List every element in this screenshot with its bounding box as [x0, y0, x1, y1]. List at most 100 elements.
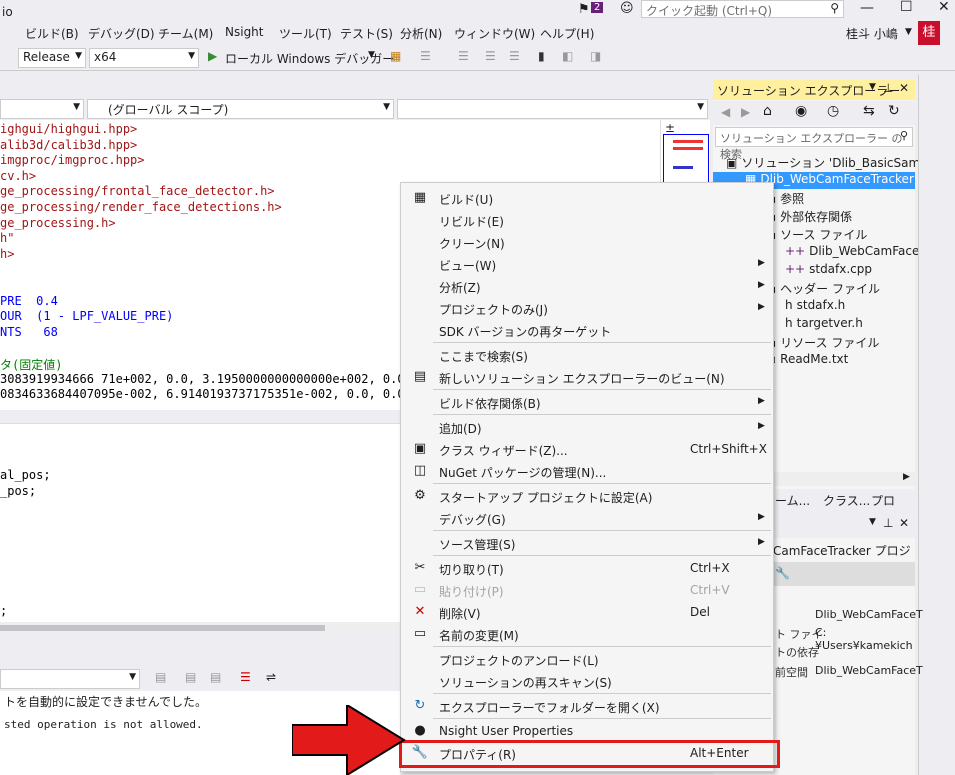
property-value[interactable]: Dlib_WebCamFaceT — [815, 664, 923, 677]
menu-item[interactable]: Nsight — [225, 25, 264, 39]
horizontal-scrollbar[interactable] — [0, 622, 400, 634]
close-icon[interactable]: ✕ — [899, 516, 909, 530]
context-menu-item[interactable]: ソリューションの再スキャン(S) — [402, 670, 772, 692]
bookmark-tool-icon[interactable]: ▦ — [390, 49, 401, 63]
play-icon[interactable]: ▶ — [208, 49, 217, 63]
bookmark-icon[interactable]: ▮ — [538, 49, 545, 63]
project-scope-select[interactable]: ▼ — [0, 99, 84, 119]
uncomment-icon[interactable]: ☰ — [509, 49, 520, 63]
panel-tab[interactable]: クラス... — [823, 492, 870, 509]
quick-launch-input[interactable]: クイック起動 (Ctrl+Q) ⚲ — [641, 0, 844, 18]
tree-item[interactable]: ▪リソース ファイル — [768, 334, 879, 351]
wrench-icon[interactable]: 🔧 — [775, 566, 790, 580]
scroll-right-icon[interactable]: ▶ — [903, 472, 910, 482]
context-menu-item[interactable]: ▣ クラス ウィザード(Z)... Ctrl+Shift+X — [402, 438, 772, 460]
config-select[interactable]: Release ▼ — [18, 48, 86, 68]
prev-bookmark-icon[interactable]: ◧ — [562, 49, 573, 63]
context-menu-item[interactable]: ● Nsight User Properties — [402, 720, 772, 742]
property-value[interactable]: C:¥Users¥kamekich — [815, 626, 915, 652]
maximize-icon[interactable]: ☐ — [900, 0, 913, 15]
close-icon[interactable]: ✕ — [899, 81, 909, 95]
platform-select[interactable]: x64 ▼ — [89, 48, 199, 68]
globe-icon[interactable]: ◉ — [795, 103, 807, 119]
context-menu-item[interactable]: ▭ 名前の変更(M) — [402, 623, 772, 645]
context-menu-item[interactable]: ソース管理(S) ▶ — [402, 532, 772, 554]
context-menu-item[interactable]: ビュー(W) ▶ — [402, 253, 772, 275]
context-menu-item[interactable]: ▦ ビルド(U) — [402, 187, 772, 209]
panel-tab[interactable]: ーム... — [775, 492, 810, 509]
tree-item[interactable]: ▪ヘッダー ファイル — [768, 280, 880, 297]
avatar[interactable]: 桂 — [918, 21, 940, 45]
context-menu-item[interactable]: ⚙ スタートアップ プロジェクトに設定(A) — [402, 485, 772, 507]
goto-next-icon[interactable]: ▤ — [185, 670, 196, 684]
goto-prev-icon[interactable]: ▤ — [155, 670, 166, 684]
pin-dropdown-icon[interactable]: ▼ — [869, 82, 876, 92]
menu-item[interactable]: ビルド(B) — [25, 25, 79, 42]
pin-icon[interactable]: ⊥ — [883, 516, 893, 530]
context-menu-item[interactable]: デバッグ(G) ▶ — [402, 507, 772, 529]
menu-item[interactable]: ヘルプ(H) — [540, 25, 594, 42]
tree-item[interactable]: ▪ソース ファイル — [768, 226, 867, 243]
home-icon[interactable]: ⌂ — [763, 103, 772, 119]
context-menu-item[interactable]: ここまで検索(S) — [402, 344, 772, 366]
comment-icon[interactable]: ☰ — [420, 49, 431, 63]
refresh-icon[interactable]: ↻ — [888, 103, 900, 119]
chevron-down-icon[interactable]: ▼ — [368, 50, 375, 60]
context-menu-item[interactable]: ▤ 新しいソリューション エクスプローラーのビュー(N) — [402, 366, 772, 388]
split-icon[interactable]: ± — [665, 121, 675, 135]
forward-icon[interactable]: ▶ — [741, 105, 750, 119]
menu-item[interactable]: 分析(N) — [400, 25, 442, 42]
context-menu-item[interactable]: SDK バージョンの再ターゲット — [402, 319, 772, 341]
context-menu-item[interactable]: プロジェクトのみ(J) ▶ — [402, 297, 772, 319]
context-menu-item[interactable]: ↻ エクスプローラーでフォルダーを開く(X) — [402, 695, 772, 717]
close-icon[interactable]: ✕ — [938, 0, 950, 15]
pin-icon[interactable]: ⊥ — [883, 81, 893, 95]
context-menu-item[interactable]: プロジェクトのアンロード(L) — [402, 648, 772, 670]
member-select[interactable]: ▼ — [397, 99, 708, 119]
find-icon[interactable]: ▤ — [210, 670, 221, 684]
solution-explorer-search[interactable]: ソリューション エクスプローラー の検索 ⚲ — [715, 127, 913, 161]
context-menu-label: リビルド(E) — [439, 215, 504, 229]
context-menu-item[interactable]: ▭ 貼り付け(P) Ctrl+V — [402, 579, 772, 601]
context-menu-label: エクスプローラーでフォルダーを開く(X) — [439, 701, 660, 715]
user-name[interactable]: 桂斗 小嶋 — [846, 25, 898, 42]
context-menu-item[interactable]: ✂ 切り取り(T) Ctrl+X — [402, 557, 772, 579]
property-value[interactable]: Dlib_WebCamFaceT — [815, 608, 923, 621]
back-icon[interactable]: ◀ — [721, 105, 730, 119]
tree-item[interactable]: h stdafx.h — [785, 298, 845, 312]
scrollbar-thumb[interactable] — [0, 625, 325, 631]
flag-icon[interactable]: ⚑ — [578, 2, 590, 17]
submenu-arrow-icon: ▶ — [758, 512, 765, 522]
code-line: h> — [0, 246, 15, 261]
minimize-icon[interactable]: — — [860, 0, 874, 16]
word-wrap-icon[interactable]: ⇌ — [266, 670, 276, 684]
menu-item[interactable]: チーム(M) — [158, 25, 213, 42]
indent-icon[interactable]: ☰ — [458, 49, 469, 63]
context-menu-item[interactable]: リビルド(E) — [402, 209, 772, 231]
sync-icon[interactable]: ⇆ — [863, 103, 875, 119]
scope-select[interactable]: (グローバル スコープ) ▼ — [87, 99, 394, 119]
menu-item[interactable]: デバッグ(D) — [88, 25, 155, 42]
clear-all-icon[interactable]: ☰ — [240, 670, 251, 684]
notification-badge[interactable]: 2 — [591, 2, 604, 13]
outdent-icon[interactable]: ☰ — [485, 49, 496, 63]
tree-item[interactable]: ▫ReadMe.txt — [768, 352, 848, 366]
feedback-icon[interactable]: ☺ — [620, 1, 634, 16]
context-menu-item[interactable]: 追加(D) ▶ — [402, 416, 772, 438]
tree-item[interactable]: h targetver.h — [785, 316, 863, 330]
next-bookmark-icon[interactable]: ◨ — [590, 49, 601, 63]
user-dropdown-icon[interactable]: ▼ — [905, 27, 912, 37]
pin-dropdown-icon[interactable]: ▼ — [869, 517, 876, 527]
tree-item[interactable]: ++ stdafx.cpp — [785, 262, 872, 276]
context-menu-item[interactable]: ビルド依存関係(B) ▶ — [402, 391, 772, 413]
output-source-select[interactable]: ▼ — [0, 669, 140, 689]
menu-item[interactable]: ツール(T) — [279, 25, 332, 42]
tree-item[interactable]: ▪外部依存関係 — [768, 208, 852, 225]
menu-item[interactable]: テスト(S) — [340, 25, 393, 42]
context-menu-item[interactable]: ◫ NuGet パッケージの管理(N)... — [402, 460, 772, 482]
context-menu-item[interactable]: ✕ 削除(V) Del — [402, 601, 772, 623]
context-menu-item[interactable]: 分析(Z) ▶ — [402, 275, 772, 297]
history-icon[interactable]: ◷ — [827, 103, 839, 119]
context-menu-item[interactable]: クリーン(N) — [402, 231, 772, 253]
menu-item[interactable]: ウィンドウ(W) — [454, 25, 535, 42]
